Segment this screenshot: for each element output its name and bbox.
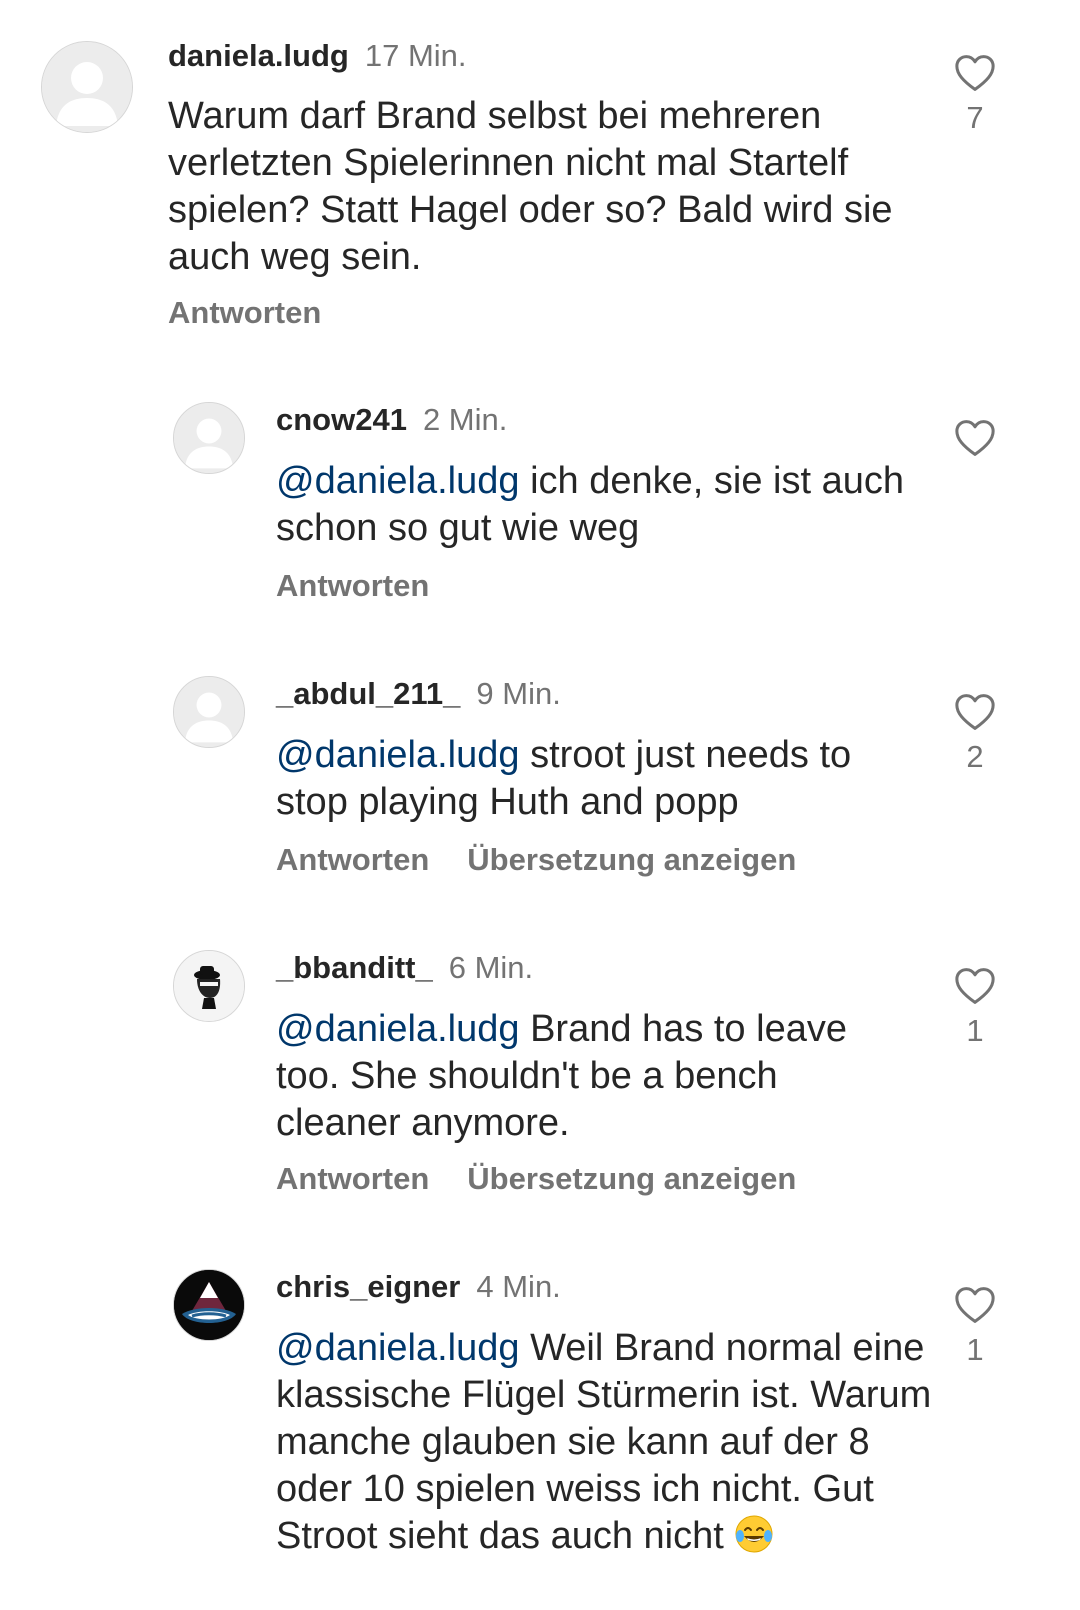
like-count: 1 bbox=[966, 1332, 984, 1367]
bandit-sketch-avatar-icon bbox=[174, 951, 244, 1021]
like-button[interactable]: 1 bbox=[945, 1286, 1005, 1370]
heart-icon bbox=[955, 968, 995, 1004]
comment-text: @daniela.ludg Brand has to leave too. Sh… bbox=[276, 1006, 896, 1147]
comment-text: @daniela.ludg ich denke, sie ist auch sc… bbox=[276, 458, 926, 552]
comment-username[interactable]: daniela.ludg bbox=[168, 38, 349, 73]
comment-time: 4 Min. bbox=[476, 1269, 561, 1304]
comment-time: 17 Min. bbox=[364, 38, 467, 73]
show-translation-button[interactable]: Übersetzung anzeigen bbox=[467, 842, 796, 877]
face-with-tears-of-joy-icon bbox=[735, 1515, 773, 1553]
comment-username[interactable]: cnow241 bbox=[276, 402, 407, 437]
comment-item: daniela.ludg 17 Min. Warum darf Brand sel… bbox=[0, 0, 1080, 370]
like-button[interactable]: 7 bbox=[945, 54, 1005, 138]
user-avatar[interactable] bbox=[173, 950, 245, 1022]
heart-icon bbox=[955, 1287, 995, 1323]
heart-icon bbox=[955, 55, 995, 91]
user-avatar[interactable] bbox=[173, 676, 245, 748]
reply-button[interactable]: Antworten bbox=[276, 568, 429, 603]
comment-time: 6 Min. bbox=[448, 950, 534, 985]
mention-link[interactable]: @daniela.ludg bbox=[276, 1327, 520, 1369]
comment-time: 2 Min. bbox=[422, 402, 508, 437]
comment-text: @daniela.ludg stroot just needs to stop … bbox=[276, 732, 916, 826]
user-avatar[interactable] bbox=[41, 41, 133, 133]
like-button[interactable]: 2 bbox=[945, 693, 1005, 777]
like-count: 2 bbox=[966, 739, 984, 774]
mention-link[interactable]: @daniela.ludg bbox=[276, 1008, 520, 1050]
comment-username[interactable]: chris_eigner bbox=[276, 1269, 460, 1304]
default-avatar-icon bbox=[42, 42, 132, 132]
comment-text: Warum darf Brand selbst bei mehreren ver… bbox=[168, 93, 928, 281]
mention-link[interactable]: @daniela.ludg bbox=[276, 734, 520, 776]
like-button[interactable] bbox=[945, 419, 1005, 457]
like-button[interactable]: 1 bbox=[945, 967, 1005, 1051]
comment-time: 9 Min. bbox=[476, 676, 561, 711]
reply-comment-item: _bbanditt_ 6 Min. @daniela.ludg Brand has… bbox=[0, 918, 1080, 1238]
heart-icon bbox=[955, 420, 995, 456]
comment-body: Warum darf Brand selbst bei mehreren ver… bbox=[168, 95, 893, 278]
comment-text: @daniela.ludg Weil Brand normal eine kla… bbox=[276, 1325, 936, 1560]
reply-button[interactable]: Antworten bbox=[276, 842, 429, 877]
avalanche-logo-avatar-icon bbox=[174, 1270, 244, 1340]
user-avatar[interactable] bbox=[173, 402, 245, 474]
comment-username[interactable]: _abdul_211_ bbox=[276, 676, 460, 711]
comment-username[interactable]: _bbanditt_ bbox=[276, 950, 433, 985]
mention-link[interactable]: @daniela.ludg bbox=[276, 460, 520, 502]
like-count: 1 bbox=[966, 1013, 984, 1048]
reply-button[interactable]: Antworten bbox=[276, 1161, 429, 1196]
user-avatar[interactable] bbox=[173, 1269, 245, 1341]
reply-comment-item: _abdul_211_ 9 Min. @daniela.ludg stroot j… bbox=[0, 644, 1080, 924]
heart-icon bbox=[955, 694, 995, 730]
default-avatar-icon bbox=[174, 677, 244, 747]
reply-button[interactable]: Antworten bbox=[168, 295, 321, 330]
like-count: 7 bbox=[966, 100, 984, 135]
show-translation-button[interactable]: Übersetzung anzeigen bbox=[467, 1161, 796, 1196]
reply-comment-item: cnow241 2 Min. @daniela.ludg ich denke, s… bbox=[0, 370, 1080, 650]
reply-comment-item: chris_eigner 4 Min. @daniela.ludg Weil Br… bbox=[0, 1237, 1080, 1610]
default-avatar-icon bbox=[174, 403, 244, 473]
